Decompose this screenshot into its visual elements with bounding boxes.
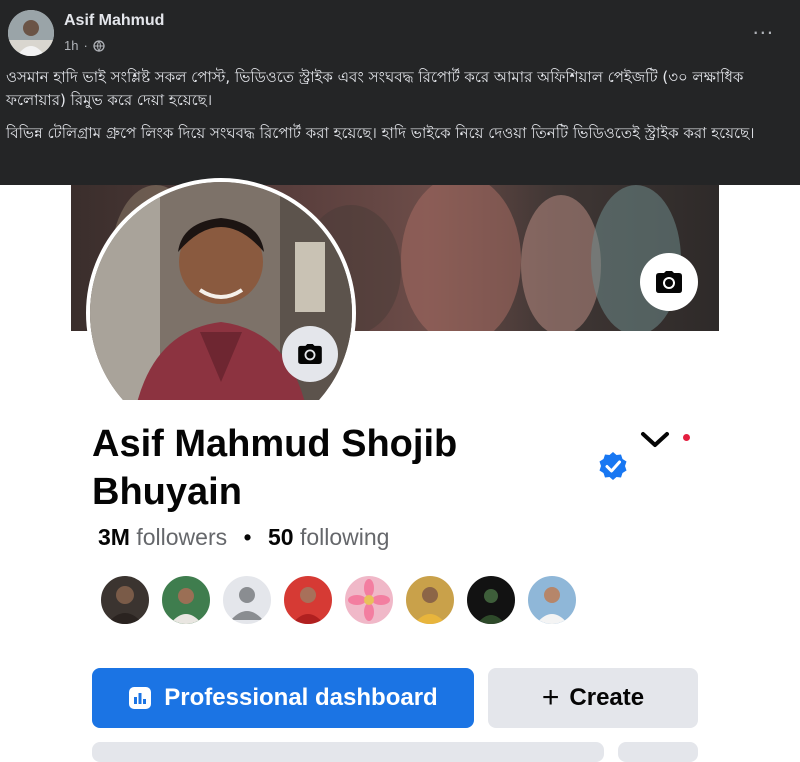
follower-avatar[interactable] [343, 574, 395, 626]
more-options-icon[interactable]: ... [753, 16, 774, 38]
follower-avatar[interactable] [221, 574, 273, 626]
profile-name: Asif Mahmud Shojib Bhuyain [92, 423, 458, 513]
follow-stats: 3M followers • 50 following [98, 524, 389, 551]
post-time[interactable]: 1h [64, 38, 78, 53]
professional-dashboard-button[interactable]: Professional dashboard [92, 668, 474, 728]
follower-avatar[interactable] [99, 574, 151, 626]
create-label: Create [569, 684, 645, 711]
verified-badge-icon [599, 452, 627, 480]
more-button[interactable] [618, 742, 698, 762]
follower-avatar[interactable] [160, 574, 212, 626]
follower-avatar[interactable] [282, 574, 334, 626]
profile-picture[interactable] [86, 178, 356, 400]
create-button[interactable]: + Create [488, 668, 698, 728]
edit-profile-button[interactable] [92, 742, 604, 762]
author-avatar[interactable] [8, 10, 54, 56]
professional-dashboard-label: Professional dashboard [164, 684, 438, 711]
follower-avatar[interactable] [465, 574, 517, 626]
chevron-down-icon[interactable] [640, 430, 670, 450]
followers-count[interactable]: 3M [98, 524, 130, 550]
globe-icon [93, 39, 105, 52]
dashboard-icon [129, 687, 152, 709]
following-label[interactable]: following [300, 524, 390, 550]
plus-icon: + [541, 681, 560, 714]
stats-separator: • [243, 524, 252, 550]
followers-label[interactable]: followers [136, 524, 227, 550]
author-name[interactable]: Asif Mahmud [64, 12, 164, 30]
follower-avatar[interactable] [404, 574, 456, 626]
edit-cover-camera-icon[interactable] [640, 253, 698, 311]
post-meta: 1h · [64, 38, 105, 53]
post-header: Asif Mahmud 1h · ... ওসমান হাদি ভাই সংশ্… [0, 0, 800, 185]
notification-dot [683, 434, 690, 441]
following-count[interactable]: 50 [268, 524, 294, 550]
post-paragraph: ওসমান হাদি ভাই সংশ্লিষ্ট সকল পোস্ট, ভিডি… [6, 68, 744, 109]
meta-dot: · [83, 38, 88, 53]
edit-profile-picture-camera-icon[interactable] [282, 326, 338, 382]
follower-avatar[interactable] [526, 574, 578, 626]
post-paragraph: বিভিন্ন টেলিগ্রাম গ্রুপে লিংক দিয়ে সংঘব… [6, 124, 755, 142]
post-body: ওসমান হাদি ভাই সংশ্লিষ্ট সকল পোস্ট, ভিডি… [6, 66, 792, 155]
follower-avatars [99, 574, 578, 626]
